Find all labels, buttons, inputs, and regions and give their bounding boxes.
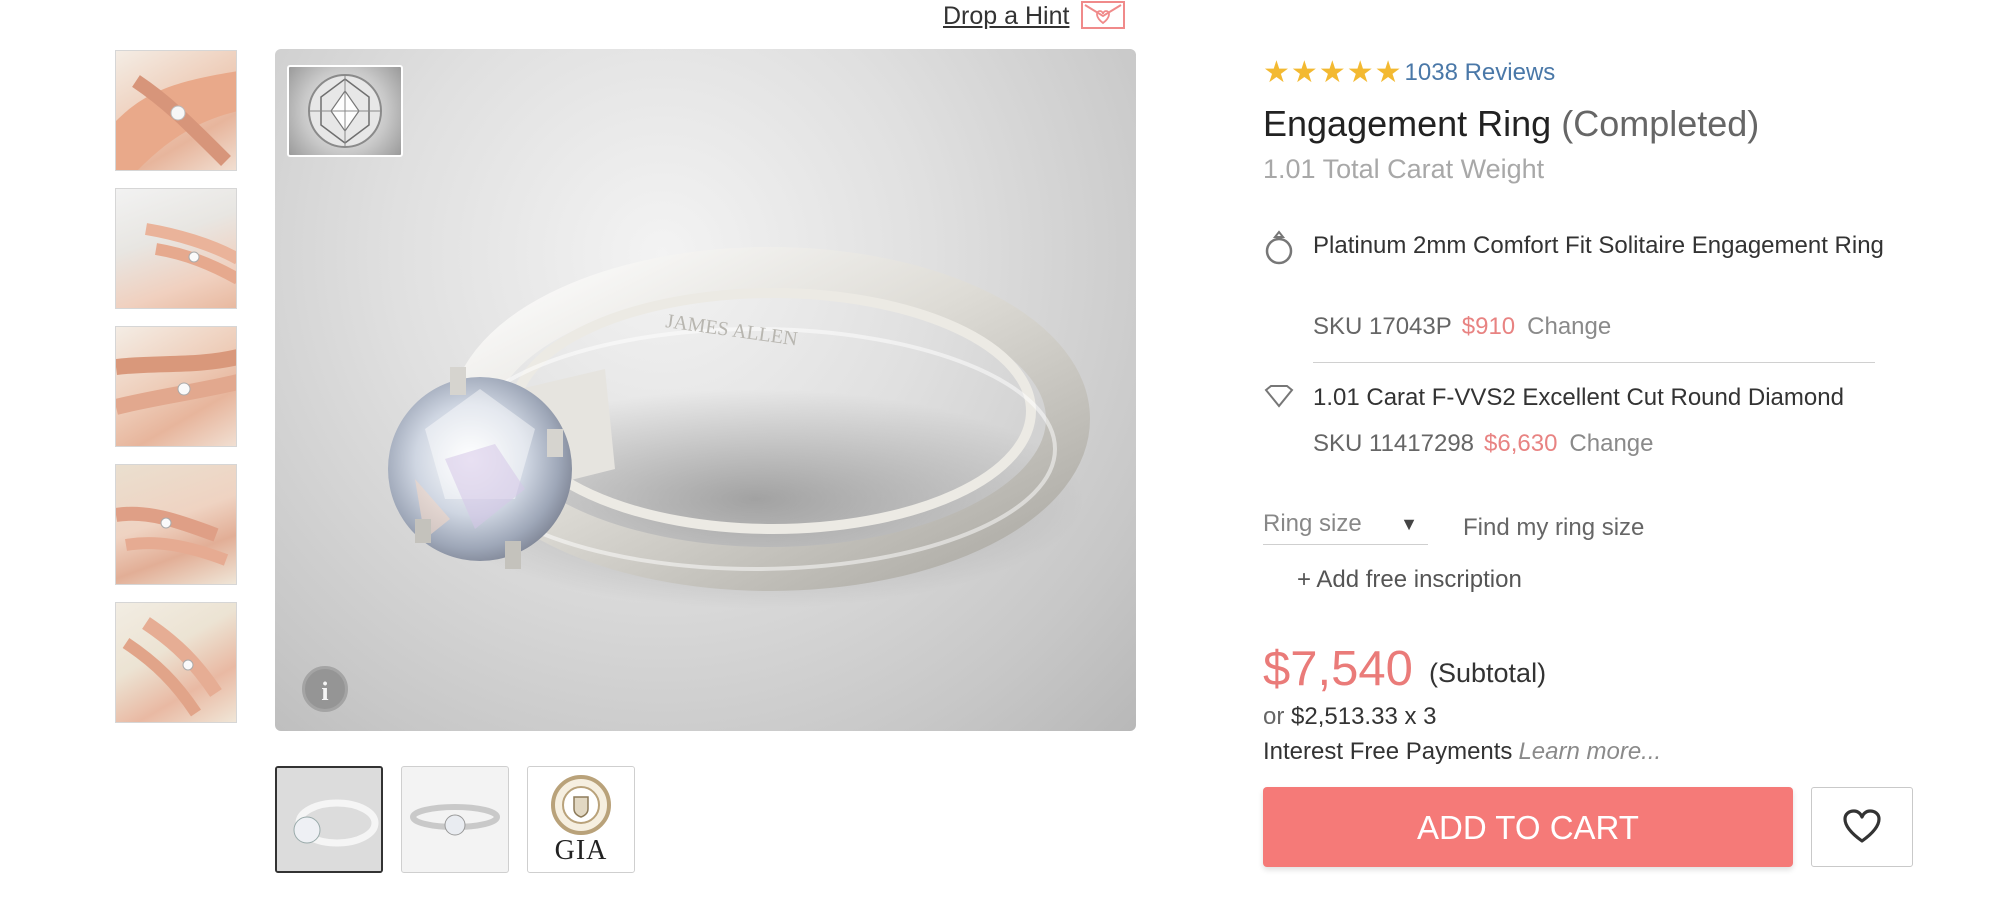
installment-prefix: or: [1263, 703, 1285, 730]
wishlist-button[interactable]: [1811, 787, 1913, 867]
star-icon: ★: [1346, 56, 1374, 89]
add-inscription-link[interactable]: + Add free inscription: [1297, 566, 1522, 594]
total-price: $7,540: [1263, 642, 1413, 696]
side-thumbnail-4[interactable]: [115, 464, 237, 585]
setting-sku: SKU 17043P: [1313, 313, 1452, 340]
star-icon: ★: [1263, 56, 1290, 89]
star-icon: ★: [1374, 56, 1402, 89]
subtotal-label: (Subtotal): [1429, 658, 1547, 688]
info-icon[interactable]: i: [302, 666, 348, 712]
setting-sku-line: SKU 17043P $910 Change: [1313, 313, 1611, 341]
heart-envelope-icon[interactable]: [1081, 0, 1126, 29]
setting-change-link[interactable]: Change: [1527, 313, 1611, 340]
reviews-link[interactable]: 1038 Reviews: [1405, 59, 1556, 87]
setting-name: Platinum 2mm Comfort Fit Solitaire Engag…: [1313, 232, 1884, 259]
star-icon: ★: [1290, 56, 1318, 89]
setting-price: $910: [1461, 313, 1516, 340]
learn-more-link[interactable]: Learn more...: [1518, 738, 1661, 765]
view-thumbnail-angle[interactable]: [275, 766, 383, 873]
interest-free-info: Interest Free Payments Learn more...: [1263, 738, 1661, 766]
ring-illustration: JAMES ALLEN: [388, 247, 1090, 609]
svg-text:JAMES ALLEN: JAMES ALLEN: [664, 310, 799, 350]
chevron-down-icon: ▼: [1400, 514, 1418, 534]
drop-a-hint-link[interactable]: Drop a Hint: [943, 2, 1069, 31]
gia-label: GIA: [554, 835, 608, 866]
drop-a-hint: Drop a Hint: [943, 0, 1126, 31]
side-thumbnail-1[interactable]: [115, 50, 237, 171]
add-to-cart-button[interactable]: ADD TO CART: [1263, 787, 1793, 867]
diamond-preview-thumbnail[interactable]: [287, 65, 403, 157]
diamond-icon: [1263, 385, 1295, 414]
ring-icon: [1263, 228, 1295, 271]
diamond-price: $6,630: [1484, 430, 1558, 457]
side-thumbnail-5[interactable]: [115, 602, 237, 723]
ring-size-select[interactable]: Ring size ▼: [1263, 510, 1428, 545]
divider: [1313, 362, 1875, 363]
installment-amount: $2,513.33 x 3: [1291, 703, 1437, 730]
interest-text: Interest Free Payments: [1263, 738, 1513, 765]
diamond-name: 1.01 Carat F-VVS2 Excellent Cut Round Di…: [1313, 384, 1844, 411]
product-title: Engagement Ring (Completed): [1263, 103, 1759, 145]
heart-icon: [1843, 809, 1881, 843]
installment-info: or $2,513.33 x 3: [1263, 703, 1436, 731]
view-thumbnail-side[interactable]: [401, 766, 509, 873]
side-thumbnail-3[interactable]: [115, 326, 237, 447]
star-icon: ★: [1318, 56, 1346, 89]
side-thumbnail-2[interactable]: [115, 188, 237, 309]
view-thumbnail-certificate[interactable]: GIA: [527, 766, 635, 873]
rating: ★ ★ ★ ★ ★ 1038 Reviews: [1263, 58, 1555, 88]
ring-size-placeholder: Ring size: [1263, 510, 1362, 537]
diamond-change-link[interactable]: Change: [1569, 430, 1653, 457]
diamond-sku-line: SKU 11417298 $6,630 Change: [1313, 430, 1654, 458]
carat-weight: 1.01 Total Carat Weight: [1263, 154, 1545, 184]
find-ring-size-link[interactable]: Find my ring size: [1463, 514, 1644, 542]
diamond-sku: SKU 11417298: [1313, 430, 1475, 457]
main-product-image[interactable]: JAMES ALLEN i: [275, 49, 1136, 731]
product-title-status: (Completed): [1561, 103, 1760, 144]
product-title-text: Engagement Ring: [1263, 103, 1552, 144]
